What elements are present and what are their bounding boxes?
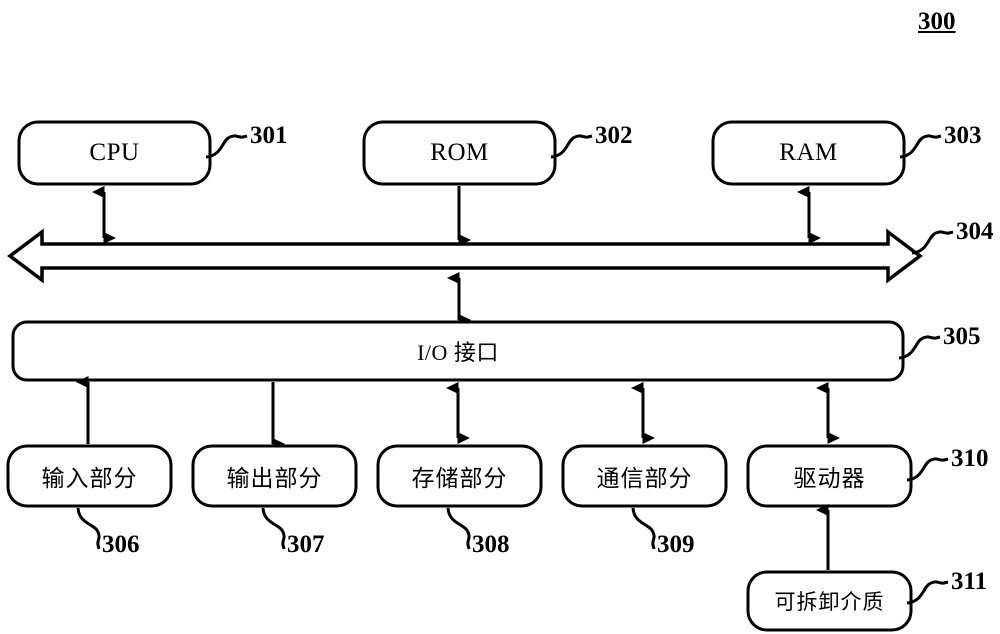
- removable-media-leader-line: [906, 580, 949, 605]
- input-part-box: [6, 444, 173, 508]
- rom-leader-line: [550, 134, 593, 159]
- driver-leader-line: [906, 457, 949, 482]
- figure-number: 300: [918, 8, 956, 35]
- ram-ref-number: 303: [944, 122, 982, 149]
- driver-ref-number: 310: [951, 445, 989, 472]
- comm-part-ref-number: 309: [657, 531, 695, 558]
- storage-part-box: [376, 444, 543, 508]
- io-interface-ref-number: 305: [943, 323, 981, 350]
- removable-media-ref-number: 311: [951, 568, 988, 595]
- io-interface-box: [11, 320, 905, 382]
- io-leader-line: [898, 335, 941, 360]
- ram-leader-line: [899, 134, 942, 159]
- bus-ref-number: 304: [956, 218, 994, 245]
- bus-leader-line: [911, 230, 954, 255]
- output-part-box: [191, 444, 358, 508]
- driver-box: [746, 444, 913, 508]
- rom-ref-number: 302: [595, 122, 633, 149]
- removable-media-box: [746, 570, 913, 632]
- system-bus: [7, 228, 923, 284]
- comm-part-leader-line: [631, 507, 656, 550]
- cpu-leader-line: [205, 134, 248, 159]
- storage-part-ref-number: 308: [472, 531, 510, 558]
- output-part-ref-number: 307: [287, 531, 325, 558]
- cpu-box: [17, 120, 212, 186]
- rom-box: [362, 120, 557, 186]
- cpu-ref-number: 301: [250, 122, 288, 149]
- comm-part-box: [561, 444, 728, 508]
- figure-300-diagram: 300 CPU ROM RAM I/O 接口 输入部分 输出部分 存储部分 通信…: [0, 0, 1000, 634]
- input-part-leader-line: [76, 507, 101, 550]
- ram-box: [711, 120, 906, 186]
- input-part-ref-number: 306: [102, 531, 140, 558]
- output-part-leader-line: [261, 507, 286, 550]
- storage-part-leader-line: [446, 507, 471, 550]
